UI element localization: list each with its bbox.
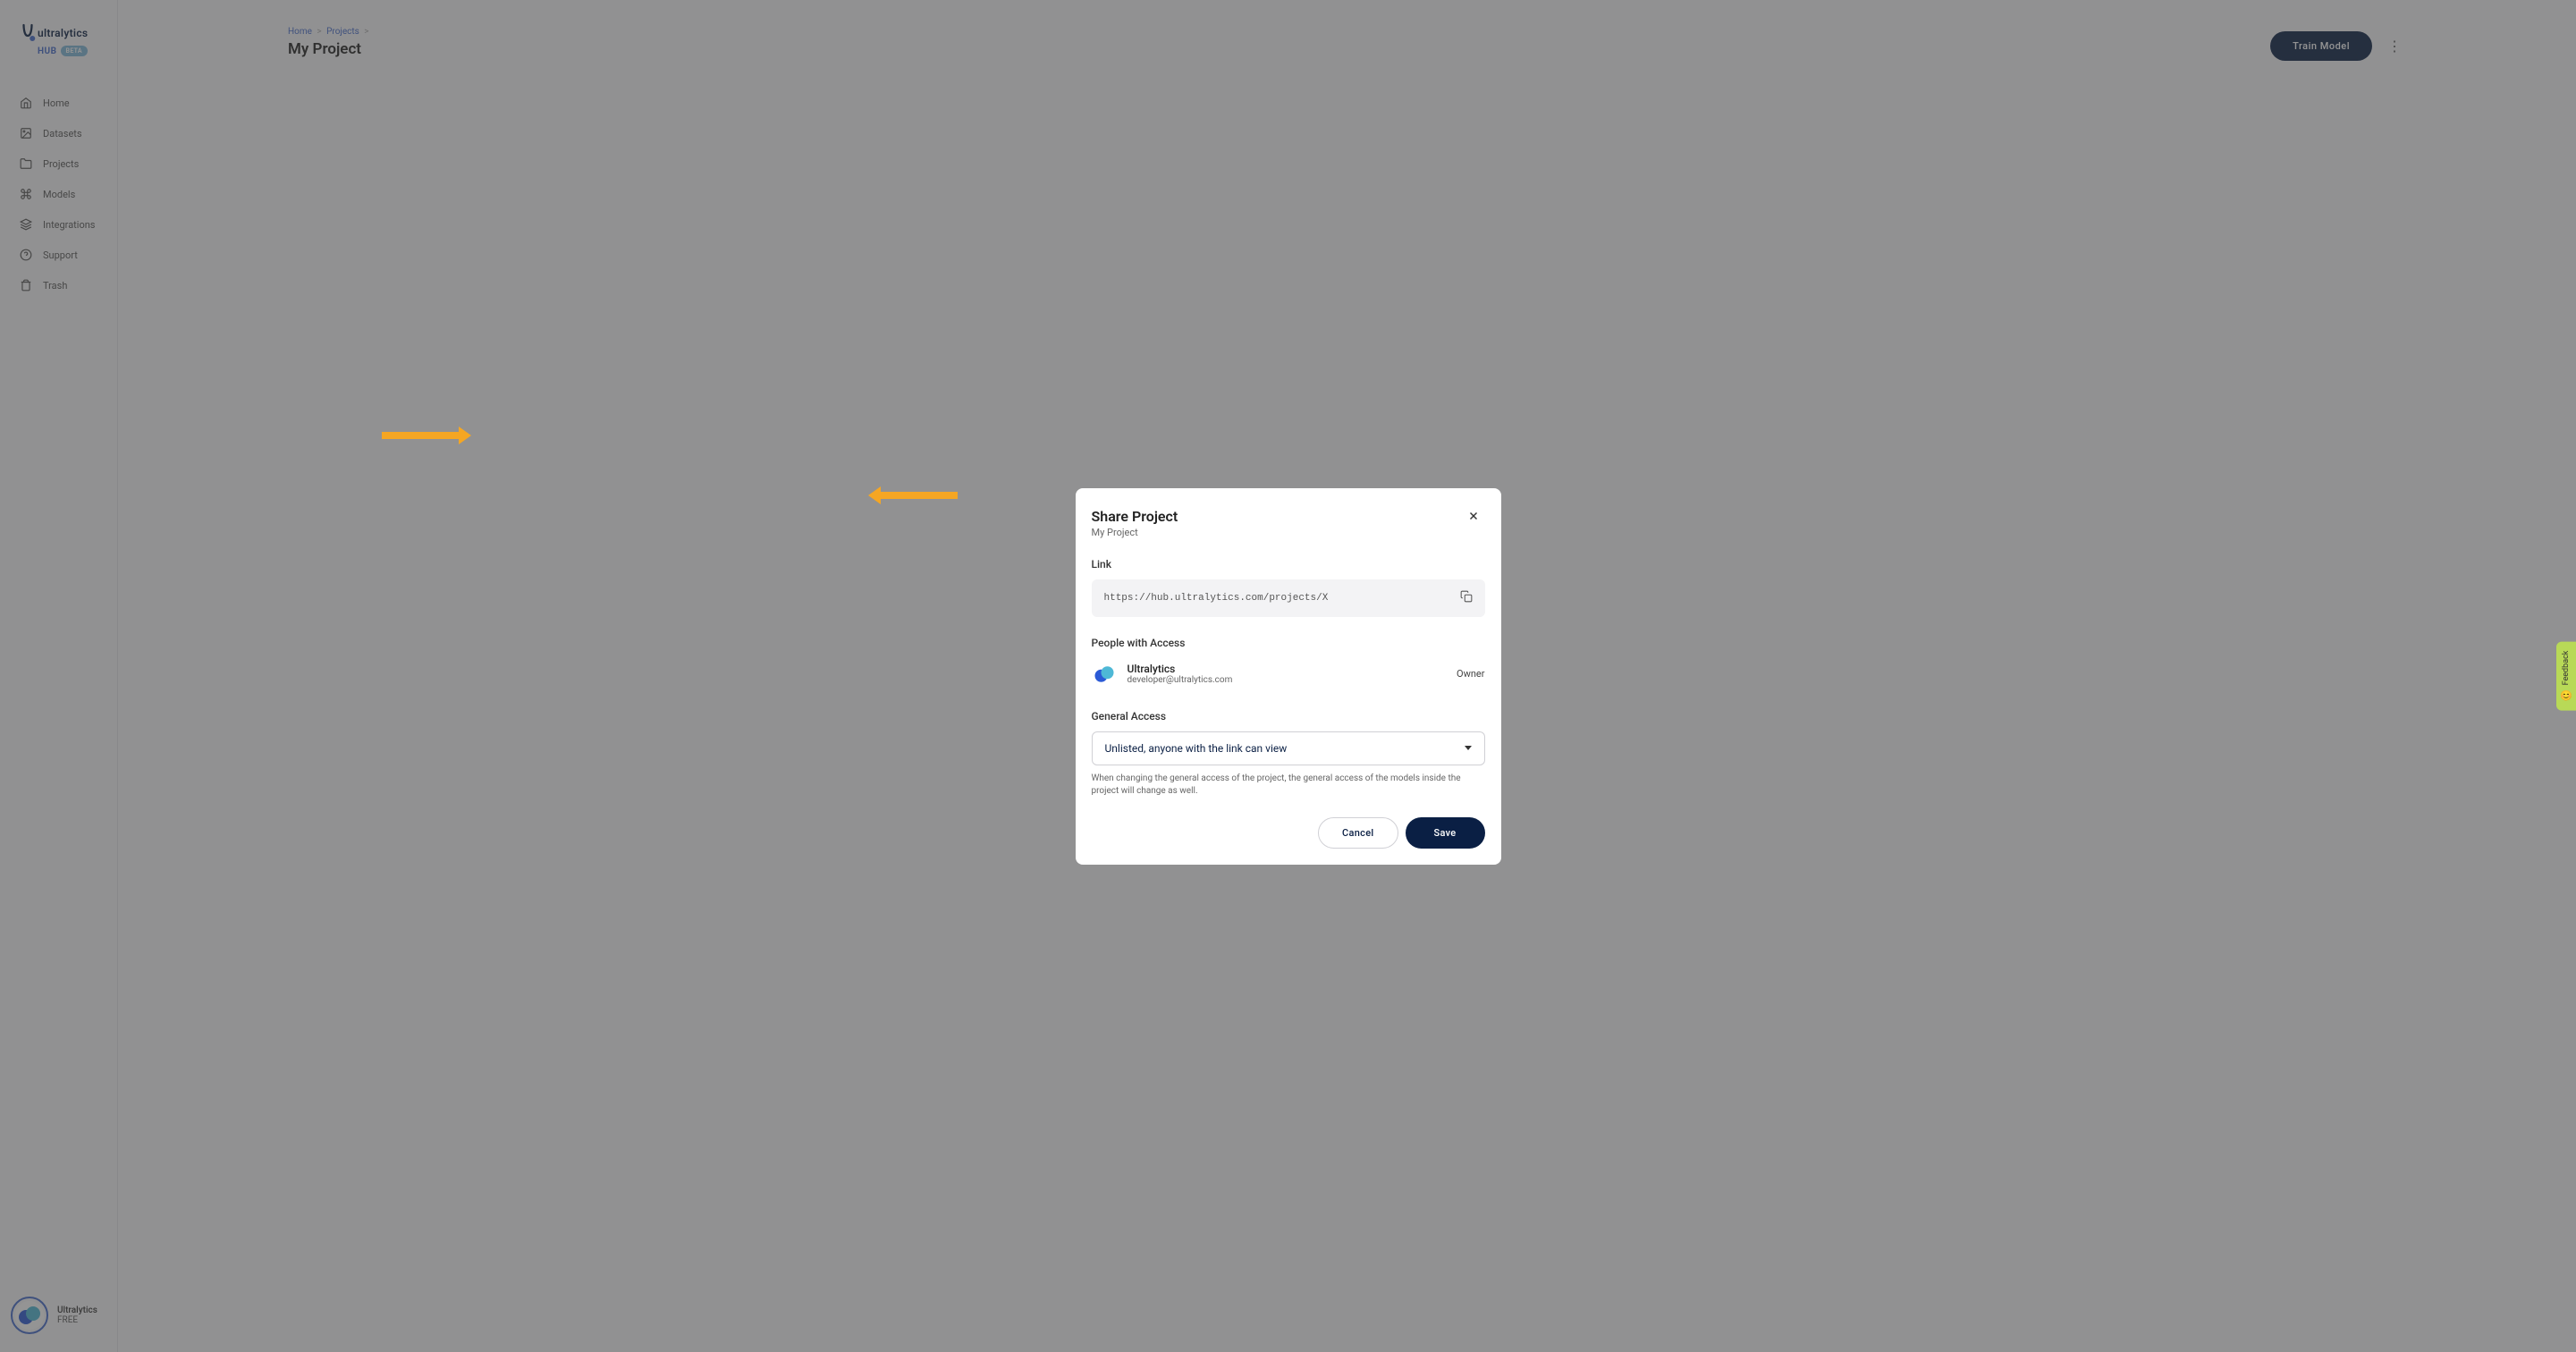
close-icon [1467,510,1480,522]
copy-link-button[interactable] [1460,590,1473,606]
person-avatar [1092,662,1117,687]
people-section-label: People with Access [1092,637,1485,649]
dialog-title: Share Project [1092,508,1485,525]
feedback-emoji-icon: 😊 [2560,689,2572,701]
person-role: Owner [1457,668,1484,680]
cancel-button[interactable]: Cancel [1318,817,1398,849]
annotation-arrow-select [382,426,471,444]
copy-icon [1460,590,1473,603]
share-project-dialog: Share Project My Project Link https://hu… [1076,488,1501,865]
feedback-label: Feedback [2562,651,2571,686]
modal-overlay[interactable]: Share Project My Project Link https://hu… [0,0,2576,1352]
close-button[interactable] [1464,506,1483,529]
chevron-down-icon [1465,746,1472,750]
general-access-select[interactable]: Unlisted, anyone with the link can view [1092,731,1485,765]
person-email: developer@ultralytics.com [1128,675,1447,685]
person-avatar-icon [1092,662,1117,687]
access-note: When changing the general access of the … [1092,773,1485,798]
access-section-label: General Access [1092,710,1485,722]
annotation-arrow-save [868,486,958,504]
person-name: Ultralytics [1128,663,1447,675]
link-field: https://hub.ultralytics.com/projects/X [1092,579,1485,617]
dialog-subtitle: My Project [1092,527,1485,538]
share-link-text: https://hub.ultralytics.com/projects/X [1104,593,1329,604]
link-section-label: Link [1092,558,1485,570]
dialog-actions: Cancel Save [1092,817,1485,849]
feedback-tab[interactable]: Feedback 😊 [2556,642,2576,711]
person-row: Ultralytics developer@ultralytics.com Ow… [1092,658,1485,690]
access-select-value: Unlisted, anyone with the link can view [1105,742,1288,755]
save-button[interactable]: Save [1406,817,1485,849]
